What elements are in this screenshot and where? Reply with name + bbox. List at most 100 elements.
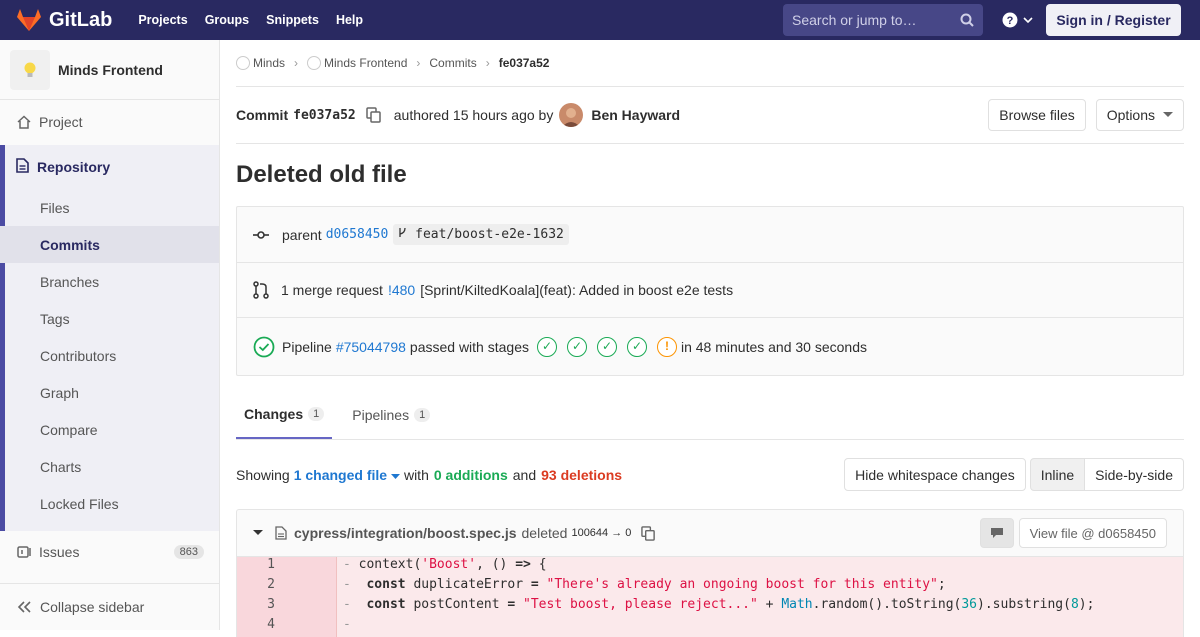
sidebar-sub-files[interactable]: Files	[5, 189, 219, 226]
merge-request-row: 1 merge request !480 [Sprint/KiltedKoala…	[237, 263, 1183, 318]
help-dropdown[interactable]: ?	[1002, 12, 1034, 28]
breadcrumb-item[interactable]: Commits	[429, 56, 476, 70]
double-chevron-left-icon	[17, 601, 31, 613]
search-input[interactable]: Search or jump to…	[783, 4, 983, 36]
new-line-number[interactable]	[287, 557, 337, 577]
browse-files-button[interactable]: Browse files	[988, 99, 1086, 131]
chevron-down-icon	[1023, 17, 1033, 24]
gitlab-logo[interactable]: GitLab	[16, 8, 112, 32]
old-line-number[interactable]: 4	[237, 617, 287, 637]
caret-down-icon	[1163, 112, 1173, 117]
brand-name: GitLab	[49, 8, 113, 31]
commit-tabs: Changes 1 Pipelines 1	[236, 376, 1184, 440]
file-mode: 100644 → 0	[571, 527, 632, 539]
pipeline-passed-icon[interactable]	[253, 336, 275, 358]
issues-count-badge: 863	[173, 545, 204, 559]
sidebar-item-issues[interactable]: Issues 863	[0, 532, 219, 572]
stage-passed-icon[interactable]: ✓	[566, 336, 587, 357]
sidebar-item-repository[interactable]: Repository	[5, 145, 219, 189]
copy-icon[interactable]	[366, 107, 382, 123]
breadcrumb-current[interactable]: fe037a52	[499, 56, 550, 70]
new-line-number[interactable]	[287, 617, 337, 637]
sidebar-sub-tags[interactable]: Tags	[5, 300, 219, 337]
diff-summary-bar: Showing 1 changed file with 0 additions …	[236, 440, 1184, 509]
branch-name: feat/boost-e2e-1632	[415, 227, 564, 242]
sign-in-button[interactable]: Sign in / Register	[1046, 4, 1181, 36]
merge-request-count: 1 merge request	[281, 282, 383, 298]
changed-files-dropdown[interactable]: 1 changed file	[294, 467, 400, 483]
sidebar-sub-contributors[interactable]: Contributors	[5, 337, 219, 374]
commit-sha: fe037a52	[293, 107, 356, 123]
new-line-number[interactable]	[287, 597, 337, 617]
merge-request-link[interactable]: !480	[388, 282, 415, 298]
top-navbar: GitLab Projects Groups Snippets Help Sea…	[0, 0, 1200, 40]
copy-icon[interactable]	[641, 525, 656, 541]
parent-sha-link[interactable]: d0658450	[326, 227, 389, 242]
diff-code: - const duplicateError = "There's alread…	[343, 577, 946, 592]
tab-count-badge: 1	[414, 408, 431, 422]
old-line-number[interactable]: 1	[237, 557, 287, 577]
sidebar-sub-locked-files[interactable]: Locked Files	[5, 485, 219, 522]
sidebar-project-header[interactable]: Minds Frontend	[0, 40, 219, 100]
inline-view-button[interactable]: Inline	[1029, 458, 1086, 491]
stage-warning-icon[interactable]: !	[656, 336, 677, 357]
sidebar-sub-branches[interactable]: Branches	[5, 263, 219, 300]
home-icon	[17, 115, 31, 129]
diff-code: - const postContent = "Test boost, pleas…	[343, 597, 1095, 612]
author-name[interactable]: Ben Hayward	[591, 107, 680, 123]
nav-projects[interactable]: Projects	[138, 13, 187, 27]
diff-file: cypress/integration/boost.spec.js delete…	[236, 509, 1184, 637]
side-by-side-button[interactable]: Side-by-side	[1085, 458, 1184, 491]
comment-toggle-button[interactable]	[979, 518, 1014, 548]
sidebar-sub-charts[interactable]: Charts	[5, 448, 219, 485]
issues-icon	[17, 546, 31, 558]
stage-passed-icon[interactable]: ✓	[596, 336, 617, 357]
diff-line: 4-	[237, 617, 1183, 637]
stage-passed-icon[interactable]: ✓	[626, 336, 647, 357]
commit-icon	[253, 230, 269, 239]
avatar[interactable]	[559, 103, 584, 127]
sidebar-sub-compare[interactable]: Compare	[5, 411, 219, 448]
commit-info-box: parent d0658450 feat/boost-e2e-1632 1 me…	[236, 206, 1184, 376]
branch-label[interactable]: feat/boost-e2e-1632	[393, 224, 569, 245]
view-file-button[interactable]: View file @ d0658450	[1018, 518, 1167, 548]
pipeline-link[interactable]: #75044798	[336, 339, 406, 355]
tab-changes[interactable]: Changes 1	[236, 391, 333, 439]
chevron-right-icon: ›	[294, 56, 299, 70]
sidebar-sub-graph[interactable]: Graph	[5, 374, 219, 411]
additions-count: 0 additions	[433, 466, 508, 483]
collapse-sidebar-button[interactable]: Collapse sidebar	[0, 583, 219, 630]
nav-snippets[interactable]: Snippets	[266, 13, 319, 27]
sidebar-repository-section: Repository Files Commits Branches Tags C…	[0, 145, 219, 531]
new-line-number[interactable]	[287, 577, 337, 597]
chevron-right-icon: ›	[416, 56, 421, 70]
search-placeholder: Search or jump to…	[792, 12, 917, 28]
options-dropdown[interactable]: Options	[1095, 99, 1184, 131]
stage-passed-icon[interactable]: ✓	[536, 336, 557, 357]
file-icon	[275, 526, 287, 540]
collapse-sidebar-label: Collapse sidebar	[40, 599, 145, 615]
sidebar-sub-commits[interactable]: Commits	[0, 226, 219, 263]
nav-help[interactable]: Help	[336, 13, 363, 27]
old-line-number[interactable]: 3	[237, 597, 287, 617]
tab-label: Changes	[244, 406, 304, 422]
parent-label: parent	[282, 226, 322, 243]
sidebar: Minds Frontend Project Repository Files …	[0, 40, 220, 630]
showing-label: Showing	[236, 466, 290, 483]
tanuki-icon	[17, 9, 41, 31]
with-label: with	[403, 466, 429, 483]
file-path[interactable]: cypress/integration/boost.spec.js	[294, 525, 517, 541]
hide-whitespace-button[interactable]: Hide whitespace changes	[844, 458, 1026, 491]
commit-label: Commit	[236, 107, 289, 123]
sidebar-item-project[interactable]: Project	[0, 102, 219, 142]
breadcrumb-item[interactable]: Minds Frontend	[324, 56, 407, 70]
breadcrumb-item[interactable]: Minds	[253, 56, 285, 70]
diff-code: - context('Boost', () => {	[343, 557, 547, 572]
pipeline-status-text: passed with stages	[409, 338, 529, 355]
changed-files-label: 1 changed file	[293, 466, 388, 483]
nav-groups[interactable]: Groups	[205, 13, 249, 27]
tab-pipelines[interactable]: Pipelines 1	[344, 391, 438, 439]
tab-label: Pipelines	[352, 407, 410, 423]
chevron-down-icon[interactable]	[253, 530, 263, 536]
old-line-number[interactable]: 2	[237, 577, 287, 597]
